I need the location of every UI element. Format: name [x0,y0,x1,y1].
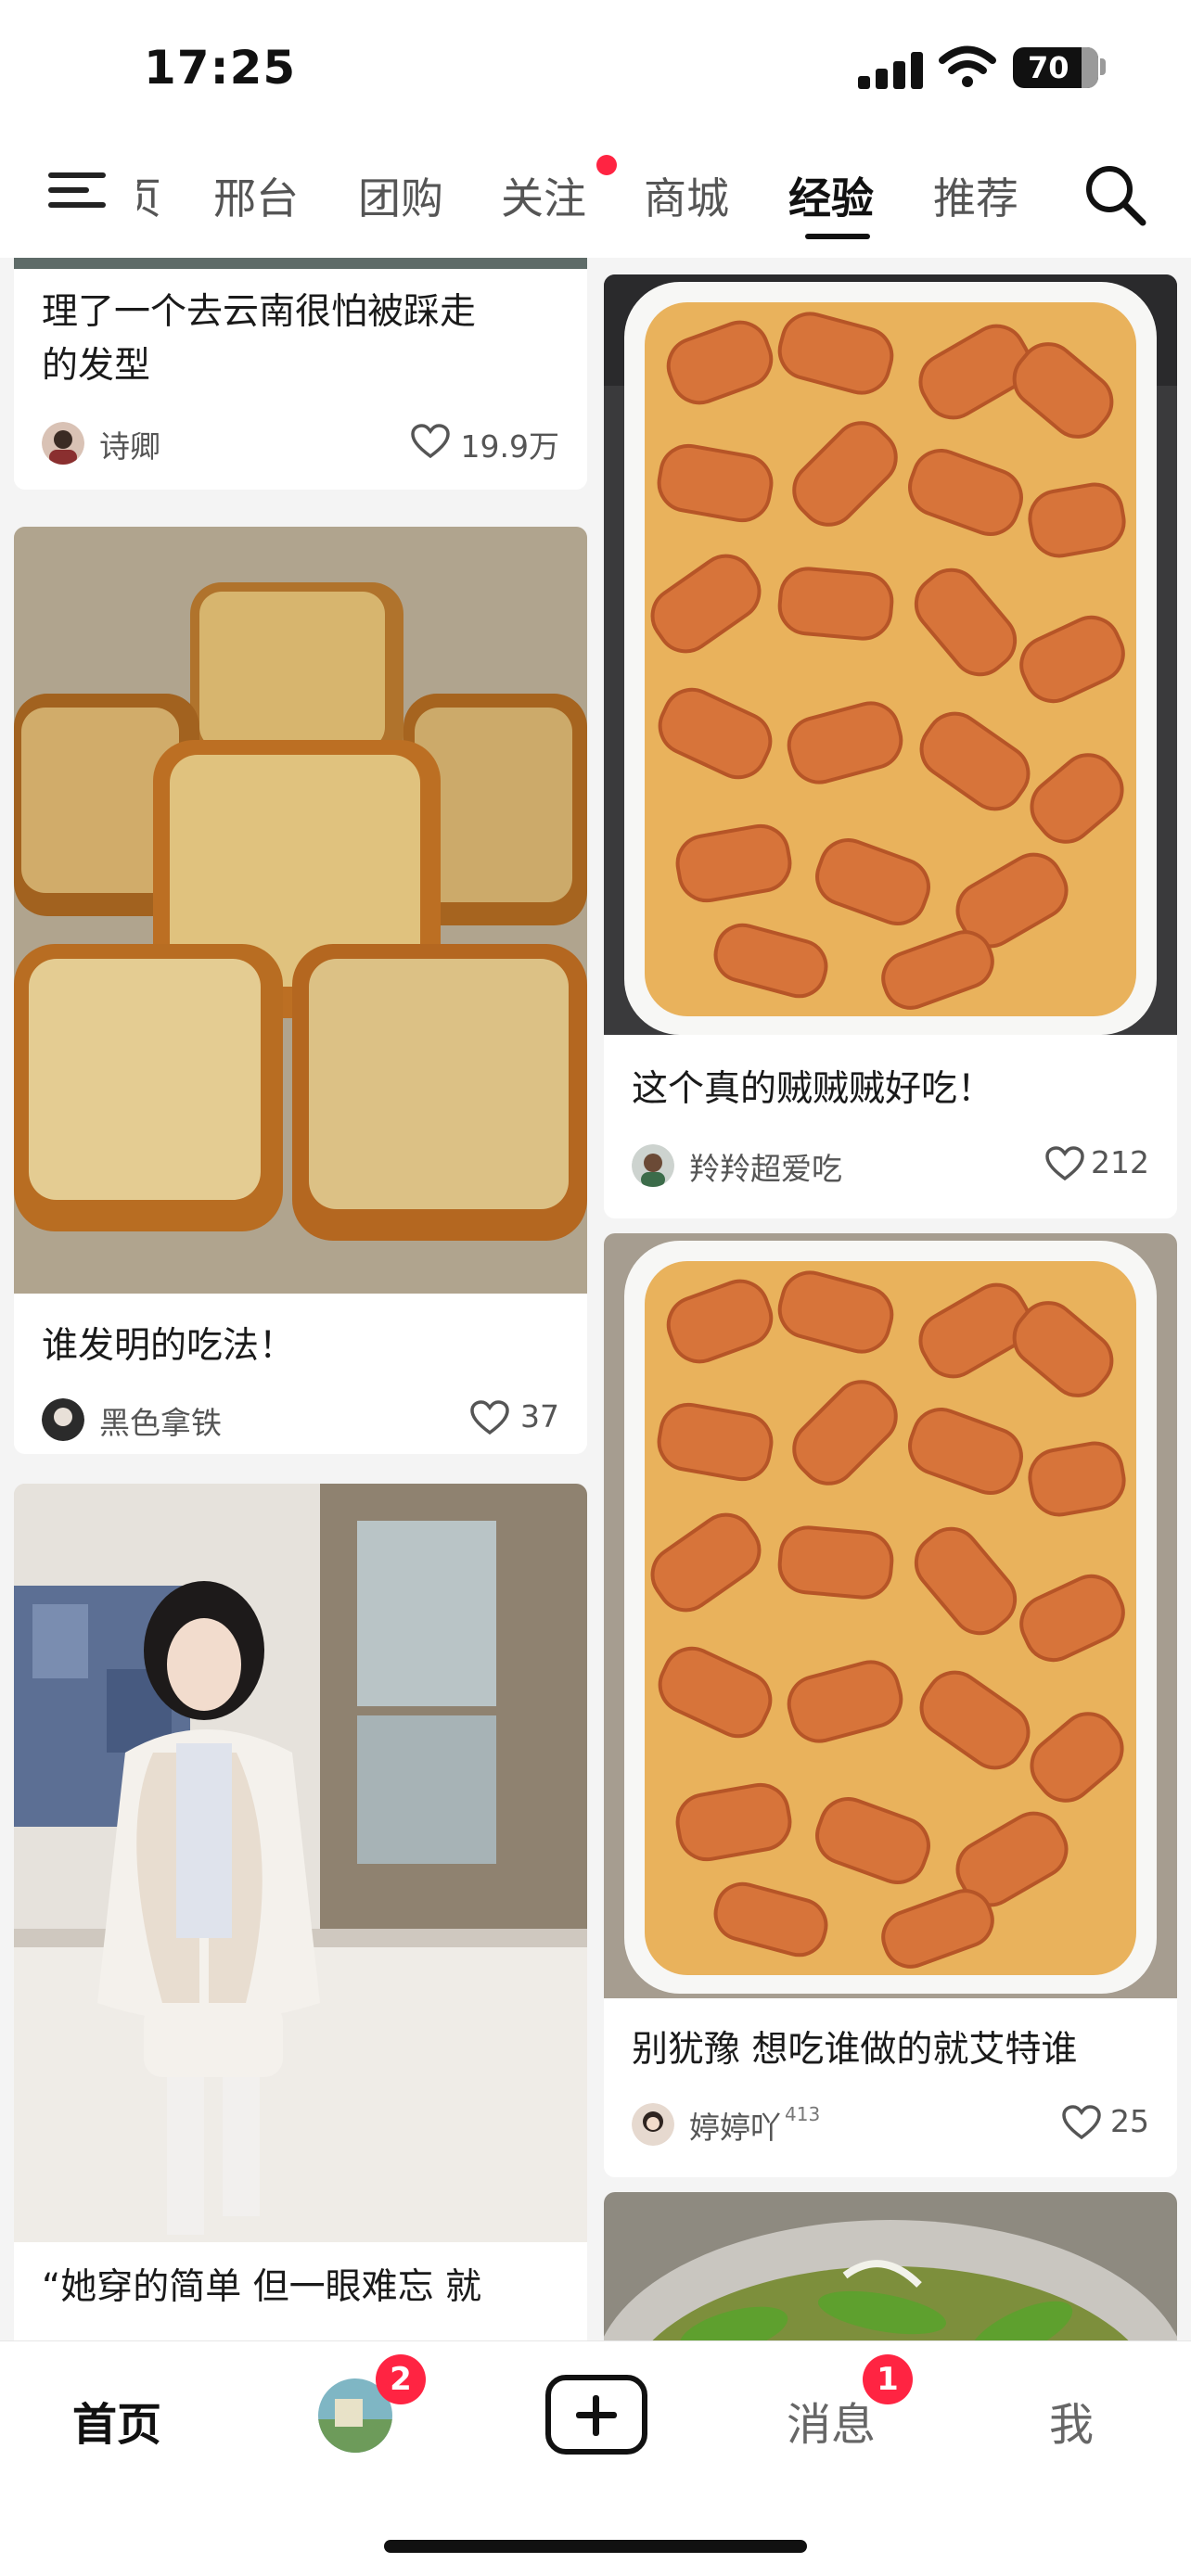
tab-mall[interactable]: 商城 [644,165,729,226]
author-name-text: 婷婷吖 [689,2110,781,2146]
tab-group-buy[interactable]: 团购 [358,165,443,226]
post-card-sausage-1[interactable]: 这个真的贼贼贼好吃！ 羚羚超爱吃 212 [604,274,1177,1218]
battery-cap [1100,58,1106,75]
following-notification-dot [596,155,617,175]
avatar[interactable] [42,422,84,465]
content-feed[interactable]: 理了一个去云南很怕被踩走 的发型 诗卿 19.9万 谁发明的吃法！ 黑色拿铁 3… [0,258,1191,2340]
friend-avatar-badge: 2 [376,2354,426,2404]
post-image[interactable] [14,1484,587,2242]
author-name[interactable]: 羚羚超爱吃 [689,1144,842,1189]
post-title-line-1: 别犹豫 想吃谁做的就艾特谁 [632,2029,1078,2071]
post-image[interactable] [14,258,587,269]
post-image[interactable] [604,274,1177,1035]
battery-empty-segment [1082,47,1098,88]
status-bar: 17:25 70 [0,0,1191,139]
heart-icon[interactable] [411,424,450,459]
tab-xingtai[interactable]: 邢台 [213,165,299,226]
like-count: 212 [1091,1144,1149,1180]
top-navigation: 页 邢台 团购 关注 商城 经验 推荐 [0,139,1191,258]
post-title-line-1: 这个真的贼贼贼好吃！ [632,1068,994,1110]
tab-following[interactable]: 关注 [501,165,586,226]
search-icon[interactable] [1082,161,1148,228]
tab-recommend[interactable]: 推荐 [933,165,1018,226]
author-row: 婷婷吖 413 25 [632,2101,1149,2146]
active-tab-indicator [805,234,870,239]
status-time: 17:25 [144,41,297,95]
tab-experience[interactable]: 经验 [788,165,874,226]
post-title-line-2: 的发型 [42,345,151,387]
author-row: 黑色拿铁 37 [42,1396,559,1441]
post-card-tofu[interactable]: 谁发明的吃法！ 黑色拿铁 37 [14,527,587,1454]
create-post-button[interactable] [545,2375,647,2455]
avatar[interactable] [632,2103,674,2146]
tab-messages[interactable]: 消息 [787,2388,876,2453]
post-card-haircut[interactable]: 理了一个去云南很怕被踩走 的发型 诗卿 19.9万 [14,258,587,490]
menu-icon[interactable] [48,167,106,213]
like-count: 19.9万 [460,428,559,465]
like-count: 37 [520,1398,559,1435]
author-row: 诗卿 19.9万 [42,420,559,465]
tab-me[interactable]: 我 [1049,2388,1094,2453]
heart-icon[interactable] [470,1400,509,1435]
tab-home[interactable]: 首页 [72,2388,161,2453]
heart-icon[interactable] [1045,1146,1084,1181]
post-title-line-1: 谁发明的吃法！ [42,1325,296,1367]
author-row: 羚羚超爱吃 212 [632,1142,1149,1187]
post-image[interactable] [14,527,587,1294]
heart-icon[interactable] [1062,2105,1101,2140]
post-title-line-1: 理了一个去云南很怕被踩走 [42,291,477,333]
post-card-peppers[interactable] [604,2192,1177,2340]
avatar[interactable] [632,1144,674,1187]
post-image[interactable] [604,2192,1177,2340]
author-name[interactable]: 黑色拿铁 [99,1398,222,1443]
post-image[interactable] [604,1233,1177,1998]
avatar[interactable] [42,1398,84,1441]
post-title-line-1: “她穿的简单 但一眼难忘 就 [42,2266,481,2308]
author-name[interactable]: 婷婷吖 413 [689,2103,820,2148]
home-indicator[interactable] [384,2540,807,2553]
like-count: 25 [1110,2103,1149,2139]
tab-clipped[interactable]: 页 [137,165,161,221]
post-card-outfit[interactable]: “她穿的简单 但一眼难忘 就 [14,1484,587,2340]
tab-clipped-label: 页 [137,173,161,221]
author-level-badge: 413 [785,2103,821,2125]
author-name[interactable]: 诗卿 [99,422,160,466]
battery-indicator: 70 [1013,47,1098,88]
post-card-sausage-2[interactable]: 别犹豫 想吃谁做的就艾特谁 婷婷吖 413 25 [604,1233,1177,2177]
cellular-signal-icon [858,52,923,89]
wifi-icon [939,45,996,87]
messages-badge: 1 [863,2354,913,2404]
battery-level: 70 [1028,50,1069,85]
